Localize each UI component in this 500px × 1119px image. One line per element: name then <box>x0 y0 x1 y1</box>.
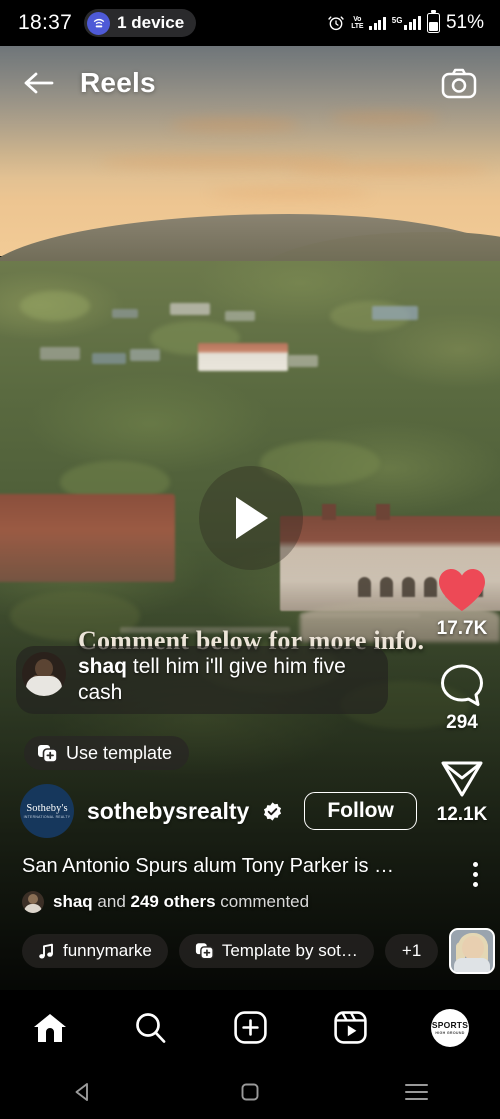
follow-button[interactable]: Follow <box>304 792 417 830</box>
status-bar: 18:37 1 device Vo LTE 5G 51% <box>0 0 500 46</box>
cast-device-label: 1 device <box>117 13 185 32</box>
reel-caption[interactable]: San Antonio Spurs alum Tony Parker is … <box>22 855 394 878</box>
like-count: 17.7K <box>436 618 488 639</box>
nav-create[interactable] <box>200 1011 300 1044</box>
signal-bars-icon <box>369 16 386 30</box>
share-button[interactable]: 12.1K <box>436 756 488 826</box>
nav-reels[interactable] <box>300 1011 400 1044</box>
pinned-comment-username: shaq <box>78 655 128 678</box>
cast-icon <box>87 11 111 35</box>
android-back-button[interactable] <box>0 1081 167 1103</box>
page-title: Reels <box>80 67 156 98</box>
heart-filled-icon <box>439 569 485 611</box>
reels-icon <box>333 1011 367 1044</box>
use-template-button[interactable]: Use template <box>24 736 190 770</box>
like-button[interactable]: 17.7K <box>436 566 488 640</box>
android-home-button[interactable] <box>167 1082 334 1102</box>
android-recents-button[interactable] <box>333 1084 500 1100</box>
profile-avatar-main: SPORTS <box>431 1020 469 1030</box>
shaq-avatar <box>22 652 66 696</box>
alarm-clock-icon <box>328 16 344 31</box>
play-icon[interactable] <box>199 466 303 570</box>
commenter-name: shaq <box>53 892 93 911</box>
plus-square-icon <box>233 1011 267 1044</box>
nav-home[interactable] <box>0 1012 100 1044</box>
reel-thumbnail[interactable] <box>449 928 496 974</box>
avatar-brand-sub: INTERNATIONAL REALTY <box>23 815 71 820</box>
search-icon <box>135 1013 165 1043</box>
pinned-comment-text: shaq tell him i'll give him five cash <box>78 652 372 706</box>
verified-badge-icon <box>264 801 282 821</box>
commenters-middle: and <box>92 892 131 911</box>
profile-avatar-sub: HIGH GROUND <box>435 1031 465 1035</box>
account-username[interactable]: sothebysrealty <box>87 798 249 825</box>
phone-screen: 18:37 1 device Vo LTE 5G 51% Reels Comme… <box>0 0 500 1119</box>
share-paper-plane-icon <box>441 761 483 797</box>
commenters-suffix: commented <box>215 892 310 911</box>
bottom-navigation: SPORTS HIGH GROUND <box>0 990 500 1065</box>
template-icon <box>195 943 214 960</box>
commenters-others: 249 others <box>130 892 216 911</box>
comment-count: 294 <box>446 712 478 733</box>
status-time: 18:37 <box>18 11 73 34</box>
use-template-label: Use template <box>66 742 173 763</box>
reels-header: Reels <box>0 46 500 120</box>
commenter-avatar <box>22 891 44 913</box>
volte-icon: Vo LTE <box>351 15 364 31</box>
sothebys-avatar[interactable]: Sotheby's INTERNATIONAL REALTY <box>20 784 74 838</box>
account-row: Sotheby's INTERNATIONAL REALTY sothebysr… <box>20 784 417 838</box>
action-rail: 17.7K 294 12.1K <box>424 566 500 826</box>
android-home-icon <box>241 1083 259 1101</box>
comment-bubble-icon <box>441 664 483 706</box>
share-count: 12.1K <box>436 804 488 825</box>
chips-row: funnymarke Template by sot… +1 <box>22 928 496 974</box>
battery-percent: 51% <box>445 12 484 33</box>
network-type-icon: 5G <box>392 16 421 30</box>
commenters-summary[interactable]: shaq and 249 others commented <box>22 891 309 913</box>
audio-chip-label: funnymarke <box>63 941 152 960</box>
android-back-icon <box>75 1083 89 1101</box>
battery-icon <box>426 10 440 33</box>
status-indicators: Vo LTE 5G 51% <box>327 10 484 34</box>
music-note-icon <box>39 943 53 958</box>
comment-button[interactable]: 294 <box>439 662 485 734</box>
cast-device-pill[interactable]: 1 device <box>84 9 197 37</box>
camera-icon[interactable] <box>440 64 478 102</box>
avatar-brand-text: Sotheby's <box>26 802 68 814</box>
template-chip-label: Template by sot… <box>221 941 358 960</box>
nav-search[interactable] <box>100 1011 200 1044</box>
pinned-comment[interactable]: shaq tell him i'll give him five cash <box>16 646 388 714</box>
audio-chip[interactable]: funnymarke <box>22 934 168 968</box>
back-arrow-icon[interactable] <box>22 66 56 100</box>
more-chips-badge[interactable]: +1 <box>384 934 439 968</box>
android-system-nav <box>0 1065 500 1119</box>
nav-profile[interactable]: SPORTS HIGH GROUND <box>400 1008 500 1047</box>
profile-avatar: SPORTS HIGH GROUND <box>431 1008 469 1047</box>
template-chip[interactable]: Template by sot… <box>178 934 374 968</box>
android-recents-icon <box>405 1084 429 1100</box>
more-vertical-icon[interactable] <box>473 862 478 887</box>
home-filled-icon <box>34 1013 66 1042</box>
template-icon <box>38 744 58 763</box>
